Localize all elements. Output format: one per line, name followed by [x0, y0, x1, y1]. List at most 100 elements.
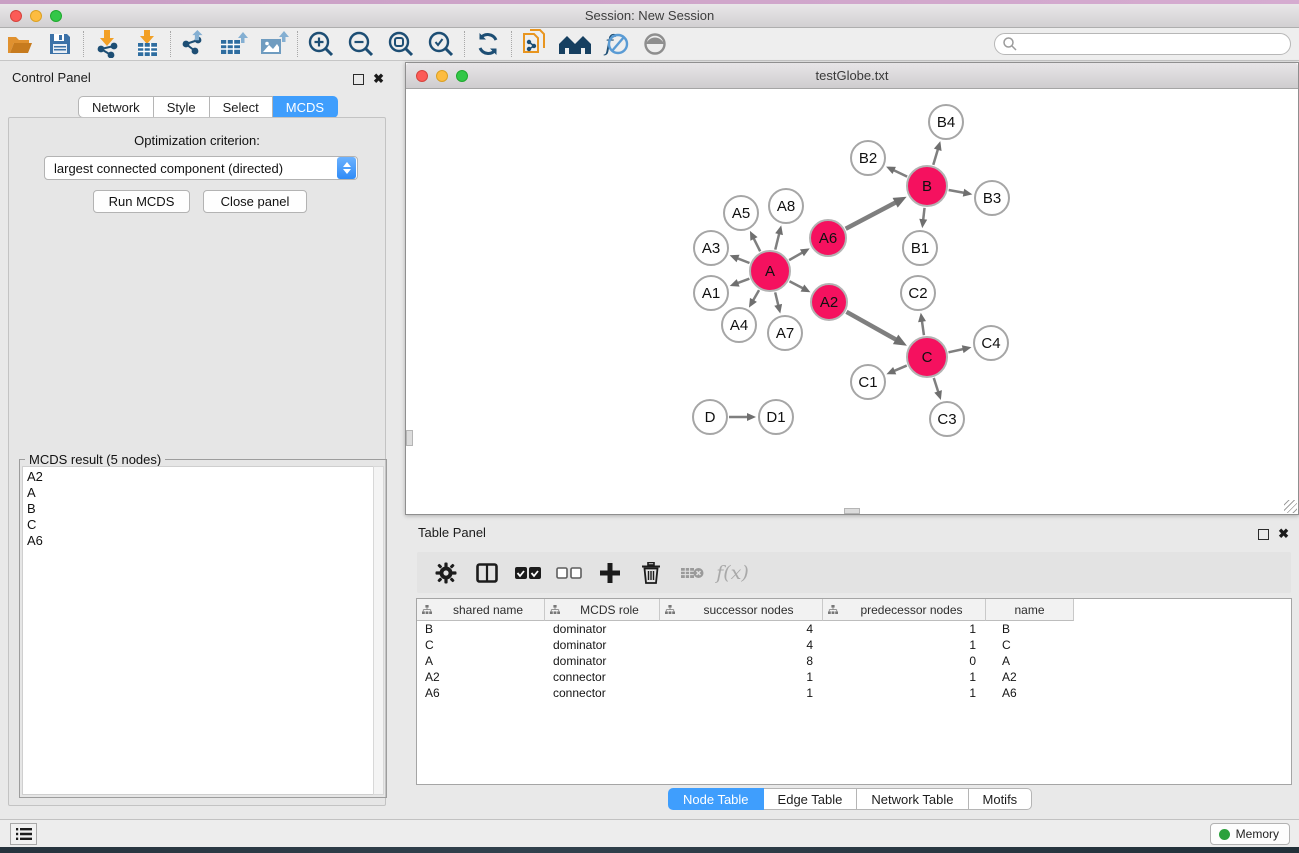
graph-node-a[interactable]: A [749, 250, 791, 292]
close-panel-button[interactable]: Close panel [203, 190, 307, 213]
graph-node-a2[interactable]: A2 [810, 283, 848, 321]
graph-edge[interactable] [922, 321, 924, 335]
graph-node-a1[interactable]: A1 [693, 275, 729, 311]
graph-node-c2[interactable]: C2 [900, 275, 936, 311]
tab-select[interactable]: Select [210, 96, 273, 118]
graph-edge[interactable] [789, 281, 803, 288]
tab-node-table[interactable]: Node Table [668, 788, 764, 810]
save-session-icon[interactable] [40, 29, 80, 59]
zoom-out-icon[interactable] [341, 29, 381, 59]
zoom-fit-icon[interactable] [381, 29, 421, 59]
zoom-window-button[interactable] [50, 10, 62, 22]
graph-node-d1[interactable]: D1 [758, 399, 794, 435]
memory-button[interactable]: Memory [1210, 823, 1290, 845]
close-panel-icon[interactable]: ✖ [373, 71, 384, 87]
node-table[interactable]: shared nameMCDS rolesuccessor nodesprede… [416, 598, 1292, 785]
graph-node-a5[interactable]: A5 [723, 195, 759, 231]
tab-style[interactable]: Style [154, 96, 210, 118]
tab-network-table[interactable]: Network Table [857, 788, 968, 810]
panel-toggle-handle[interactable] [406, 430, 413, 446]
graph-edge[interactable] [893, 170, 907, 177]
zoom-selected-icon[interactable] [421, 29, 461, 59]
run-mcds-button[interactable]: Run MCDS [93, 190, 190, 213]
delete-table-icon[interactable] [673, 556, 710, 590]
graph-node-c1[interactable]: C1 [850, 364, 886, 400]
task-history-button[interactable] [10, 823, 37, 845]
column-header-shared-name[interactable]: shared name [417, 599, 545, 621]
mcds-result-item[interactable]: A6 [27, 533, 374, 549]
table-options-gear-icon[interactable] [427, 556, 464, 590]
minimize-network-button[interactable] [436, 70, 448, 82]
mcds-result-item[interactable]: B [27, 501, 374, 517]
graph-node-a7[interactable]: A7 [767, 315, 803, 351]
close-table-panel-icon[interactable]: ✖ [1278, 526, 1289, 542]
graph-edge[interactable] [753, 290, 759, 301]
graph-node-b3[interactable]: B3 [974, 180, 1010, 216]
graph-node-b4[interactable]: B4 [928, 104, 964, 140]
graph-node-b2[interactable]: B2 [850, 140, 886, 176]
mcds-result-item[interactable]: A [27, 485, 374, 501]
tab-network[interactable]: Network [78, 96, 154, 118]
graph-edge[interactable] [949, 190, 965, 193]
delete-columns-icon[interactable] [632, 556, 669, 590]
graph-edge[interactable] [934, 378, 939, 392]
open-session-icon[interactable] [0, 29, 40, 59]
graph-edge[interactable] [737, 279, 749, 284]
show-columns-icon[interactable] [468, 556, 505, 590]
graph-edge[interactable] [846, 202, 896, 228]
mcds-result-item[interactable]: C [27, 517, 374, 533]
tab-edge-table[interactable]: Edge Table [764, 788, 858, 810]
criterion-dropdown[interactable]: largest connected component (directed) [44, 156, 358, 180]
graph-edge[interactable] [775, 292, 778, 305]
graph-edge[interactable] [894, 366, 907, 371]
zoom-in-icon[interactable] [301, 29, 341, 59]
table-row[interactable]: A2connector11A2 [417, 669, 1291, 685]
column-header-name[interactable]: name [986, 599, 1074, 621]
tab-motifs[interactable]: Motifs [969, 788, 1033, 810]
clone-network-icon[interactable] [515, 29, 555, 59]
function-builder-icon[interactable]: f(x) [714, 556, 751, 590]
graph-node-c[interactable]: C [906, 336, 948, 378]
column-header-MCDS-role[interactable]: MCDS role [545, 599, 660, 621]
refresh-layout-icon[interactable] [468, 29, 508, 59]
export-table-icon[interactable] [214, 29, 254, 59]
table-row[interactable]: A6connector11A6 [417, 685, 1291, 701]
select-all-columns-icon[interactable] [509, 556, 546, 590]
graph-edge[interactable] [846, 312, 896, 340]
close-window-button[interactable] [10, 10, 22, 22]
graph-edge[interactable] [737, 258, 749, 263]
zoom-network-button[interactable] [456, 70, 468, 82]
export-image-icon[interactable] [254, 29, 294, 59]
show-hide-panel-icon[interactable] [635, 29, 675, 59]
close-network-button[interactable] [416, 70, 428, 82]
window-resize-grip[interactable] [1284, 500, 1297, 513]
mcds-result-scrollbar[interactable] [373, 466, 384, 795]
graph-node-a4[interactable]: A4 [721, 307, 757, 343]
graph-edge[interactable] [754, 238, 761, 251]
export-network-icon[interactable] [174, 29, 214, 59]
float-table-panel-icon[interactable] [1258, 529, 1269, 540]
graph-node-c3[interactable]: C3 [929, 401, 965, 437]
float-panel-icon[interactable] [353, 74, 364, 85]
table-row[interactable]: Adominator80A [417, 653, 1291, 669]
graph-node-a6[interactable]: A6 [809, 219, 847, 257]
network-window-titlebar[interactable]: testGlobe.txt [406, 63, 1298, 89]
graph-node-c4[interactable]: C4 [973, 325, 1009, 361]
search-field[interactable] [994, 33, 1291, 55]
network-canvas[interactable]: AA1A2A3A4A5A6A7A8BB1B2B3B4CC1C2C3C4DD1 [406, 89, 1298, 514]
unselect-all-columns-icon[interactable] [550, 556, 587, 590]
graph-node-a3[interactable]: A3 [693, 230, 729, 266]
minimize-window-button[interactable] [30, 10, 42, 22]
birdseye-toggle-handle[interactable] [844, 508, 860, 514]
import-table-icon[interactable] [127, 29, 167, 59]
graph-node-d[interactable]: D [692, 399, 728, 435]
first-neighbors-icon[interactable] [555, 29, 595, 59]
table-row[interactable]: Cdominator41C [417, 637, 1291, 653]
import-network-icon[interactable] [87, 29, 127, 59]
graph-edge[interactable] [948, 349, 963, 352]
create-column-icon[interactable] [591, 556, 628, 590]
graph-edge[interactable] [775, 233, 779, 249]
search-input[interactable] [1018, 35, 1290, 53]
graph-edge[interactable] [933, 149, 938, 165]
mcds-result-item[interactable]: A2 [27, 469, 374, 485]
